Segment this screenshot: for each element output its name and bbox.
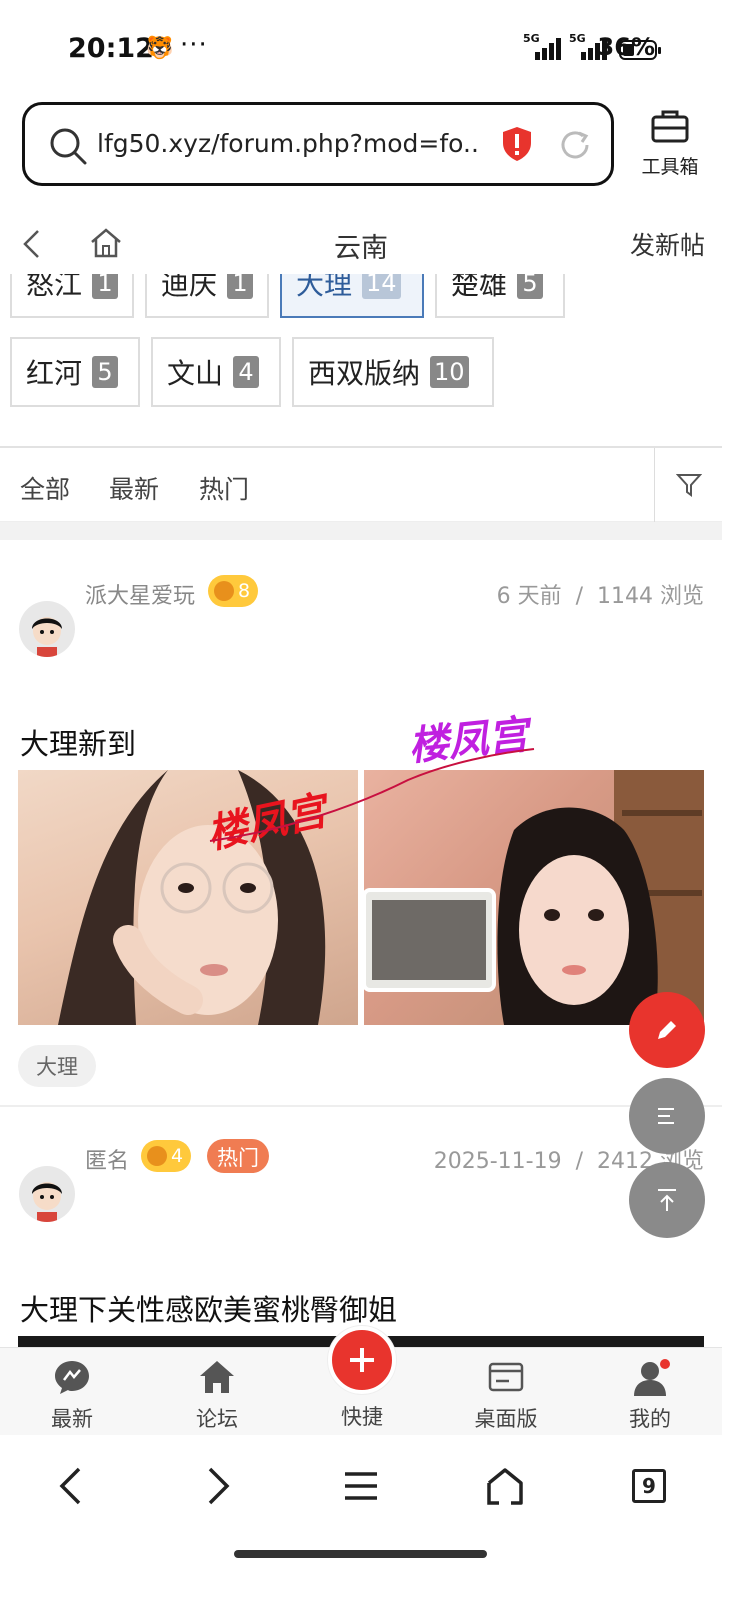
region-tag[interactable]: 西双版纳 10 (292, 337, 494, 407)
post-divider (0, 1105, 722, 1107)
filter-tabs: 全部 最新 热门 (0, 446, 722, 522)
region-tag-list: 怒江 1 迪庆 1 大理 14 楚雄 5 红河 5 文山 4 西双版纳 10 (0, 274, 737, 446)
more-notifications-icon: ··· (180, 30, 208, 60)
toolbox-label: 工具箱 (641, 156, 699, 178)
pencil-icon (658, 1021, 676, 1039)
author-name[interactable]: 派大星爱玩 (85, 578, 195, 610)
region-tag[interactable]: 文山 4 (151, 337, 281, 407)
region-tag[interactable]: 怒江 1 (10, 274, 134, 318)
signal-1-icon: 5G (523, 32, 563, 60)
status-time: 20:12 (68, 33, 154, 64)
hot-badge: 热门 (207, 1139, 269, 1173)
plus-icon (350, 1348, 374, 1372)
user-icon (634, 1359, 670, 1396)
level-flower-icon (214, 581, 234, 601)
quick-add-button[interactable] (328, 1326, 396, 1394)
forum-title: 云南 (334, 233, 388, 264)
section-gap (0, 522, 722, 540)
region-tag[interactable]: 红河 5 (10, 337, 140, 407)
browser-home-icon[interactable] (485, 1466, 525, 1506)
desktop-card-icon (488, 1362, 524, 1392)
security-shield-icon[interactable] (501, 126, 533, 162)
notification-cat-icon: 🐯 (146, 36, 174, 61)
browser-menu-icon[interactable] (343, 1466, 379, 1506)
scroll-top-fab[interactable] (629, 1162, 705, 1238)
battery-percent: 36% (597, 33, 655, 61)
region-tag[interactable]: 迪庆 1 (145, 274, 269, 318)
tab-all[interactable]: 全部 (20, 470, 70, 506)
forum-header: 云南 发新帖 (0, 214, 737, 274)
post-meta: 6 天前 / 1144 浏览 (496, 584, 704, 609)
chat-bubble-icon (55, 1361, 89, 1394)
browser-back-icon[interactable] (56, 1466, 86, 1506)
region-tag[interactable]: 楚雄 5 (435, 274, 565, 318)
tab-hot[interactable]: 热门 (199, 470, 249, 506)
avatar[interactable] (19, 601, 75, 657)
compose-fab[interactable] (629, 992, 705, 1068)
post-category-tag[interactable]: 大理 (18, 1045, 96, 1087)
status-bar: 20:12 🐯 ··· 5G 5G 36% (0, 0, 737, 100)
toolbox-button[interactable]: 工具箱 (632, 108, 708, 179)
reload-icon[interactable] (557, 127, 593, 163)
home-icon (200, 1361, 234, 1393)
browser-forward-icon[interactable] (203, 1466, 233, 1506)
toolbox-icon (651, 110, 689, 143)
menu-fab[interactable] (629, 1078, 705, 1154)
watermark-line (209, 748, 535, 842)
browser-bottom-bar: 9 (0, 1436, 722, 1600)
new-post-button[interactable]: 发新帖 (630, 226, 705, 262)
list-icon (658, 1108, 674, 1124)
arrow-up-icon (658, 1189, 676, 1211)
level-flower-icon (147, 1146, 167, 1166)
avatar[interactable] (19, 1166, 75, 1222)
search-icon (50, 128, 87, 165)
level-badge: 4 (141, 1140, 192, 1172)
gesture-home-bar[interactable] (234, 1550, 487, 1558)
tab-latest[interactable]: 最新 (109, 470, 159, 506)
tabs-count-button[interactable]: 9 (632, 1469, 666, 1503)
url-text[interactable]: lfg50.xyz/forum.php?mod=fo... (97, 129, 477, 158)
post-title[interactable]: 大理新到 (20, 721, 136, 763)
post-title[interactable]: 大理下关性感欧美蜜桃臀御姐 (20, 1287, 397, 1329)
author-name[interactable]: 匿名 (85, 1143, 129, 1175)
level-badge: 8 (208, 575, 259, 607)
region-tag-selected[interactable]: 大理 14 (280, 274, 424, 318)
address-bar[interactable]: lfg50.xyz/forum.php?mod=fo... (22, 102, 614, 186)
filter-funnel-icon (675, 474, 702, 497)
filter-button[interactable] (654, 448, 722, 522)
